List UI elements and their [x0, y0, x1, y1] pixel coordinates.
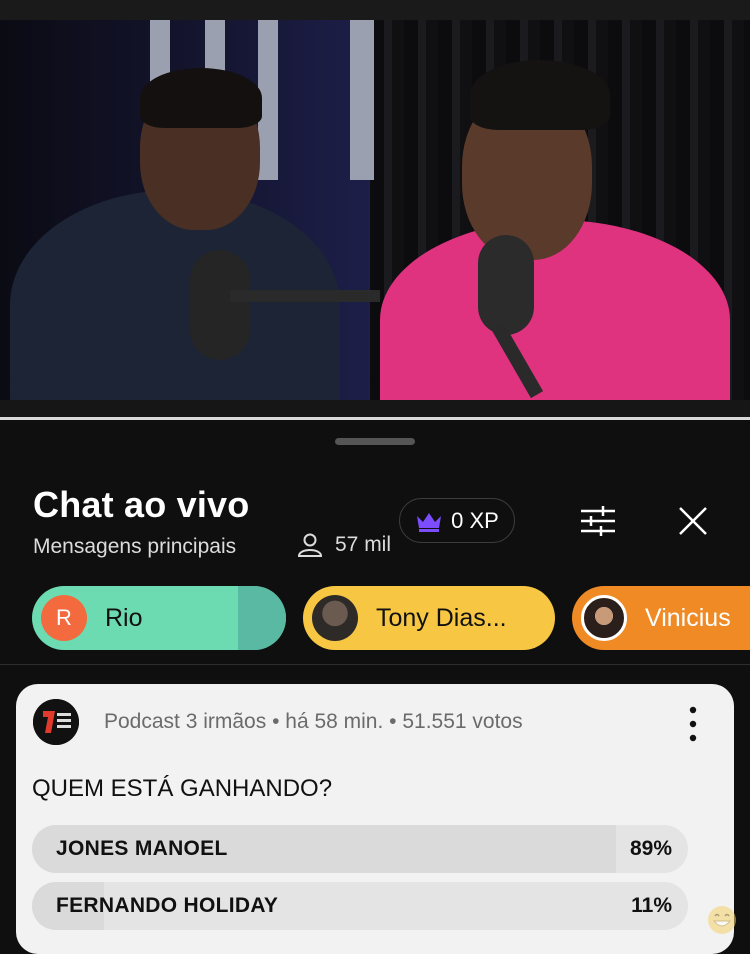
- poll-option[interactable]: FERNANDO HOLIDAY 11%: [32, 882, 688, 930]
- member-name: Tony Dias...: [376, 603, 507, 632]
- close-icon: [679, 507, 707, 535]
- microphone: [190, 250, 250, 360]
- member-chip-rio[interactable]: R Rio: [32, 586, 286, 650]
- mic-arm: [230, 290, 380, 302]
- microphone: [478, 235, 534, 335]
- avatar: [581, 595, 627, 641]
- xp-value: 0 XP: [451, 507, 499, 533]
- more-options-button[interactable]: [680, 704, 706, 744]
- poll-option-label: JONES MANOEL: [56, 837, 228, 860]
- avatar: R: [41, 595, 87, 641]
- more-vert-icon: [689, 706, 697, 742]
- chat-title: Chat ao vivo: [33, 484, 250, 525]
- crown-icon: [417, 512, 442, 532]
- xp-badge[interactable]: 0 XP: [399, 498, 515, 543]
- live-chat-panel: Chat ao vivo Mensagens principais 57 mil…: [0, 422, 750, 954]
- members-chips-row: R Rio Tony Dias... Vinicius: [0, 586, 750, 650]
- settings-button[interactable]: [575, 498, 621, 544]
- person-icon: [297, 533, 323, 557]
- video-progress-bar[interactable]: [0, 417, 750, 420]
- member-chip-tony-dias[interactable]: Tony Dias...: [303, 586, 555, 650]
- poll-question: QUEM ESTÁ GANHANDO?: [32, 775, 333, 802]
- host-right-hair: [470, 60, 610, 130]
- chip-progress-remainder: [238, 586, 286, 650]
- close-button[interactable]: [670, 498, 716, 544]
- drag-handle[interactable]: [335, 438, 415, 445]
- member-chip-vinicius[interactable]: Vinicius: [572, 586, 750, 650]
- member-name: Rio: [105, 603, 143, 632]
- chat-filter-dropdown[interactable]: Mensagens principais: [33, 535, 236, 559]
- poll-meta: Podcast 3 irmãos • há 58 min. • 51.551 v…: [104, 710, 523, 733]
- emoji-icon[interactable]: [706, 904, 738, 936]
- poll-option-label: FERNANDO HOLIDAY: [56, 894, 279, 917]
- studio-light: [350, 20, 374, 180]
- video-player[interactable]: [0, 20, 750, 400]
- host-left-hair: [140, 68, 262, 128]
- channel-avatar: [33, 699, 79, 745]
- poll-option[interactable]: JONES MANOEL 89%: [32, 825, 688, 873]
- divider: [0, 664, 750, 665]
- poll-card: Podcast 3 irmãos • há 58 min. • 51.551 v…: [16, 684, 736, 954]
- poll-option-percent: 11%: [631, 894, 672, 917]
- poll-option-percent: 89%: [629, 837, 672, 860]
- member-name: Vinicius: [645, 603, 731, 632]
- viewer-count-value: 57 mil: [335, 533, 392, 556]
- video-controls-strip: [0, 400, 750, 418]
- status-strip: [0, 0, 750, 20]
- viewer-count: 57 mil: [297, 533, 391, 557]
- avatar: [312, 595, 358, 641]
- sliders-icon: [581, 506, 615, 536]
